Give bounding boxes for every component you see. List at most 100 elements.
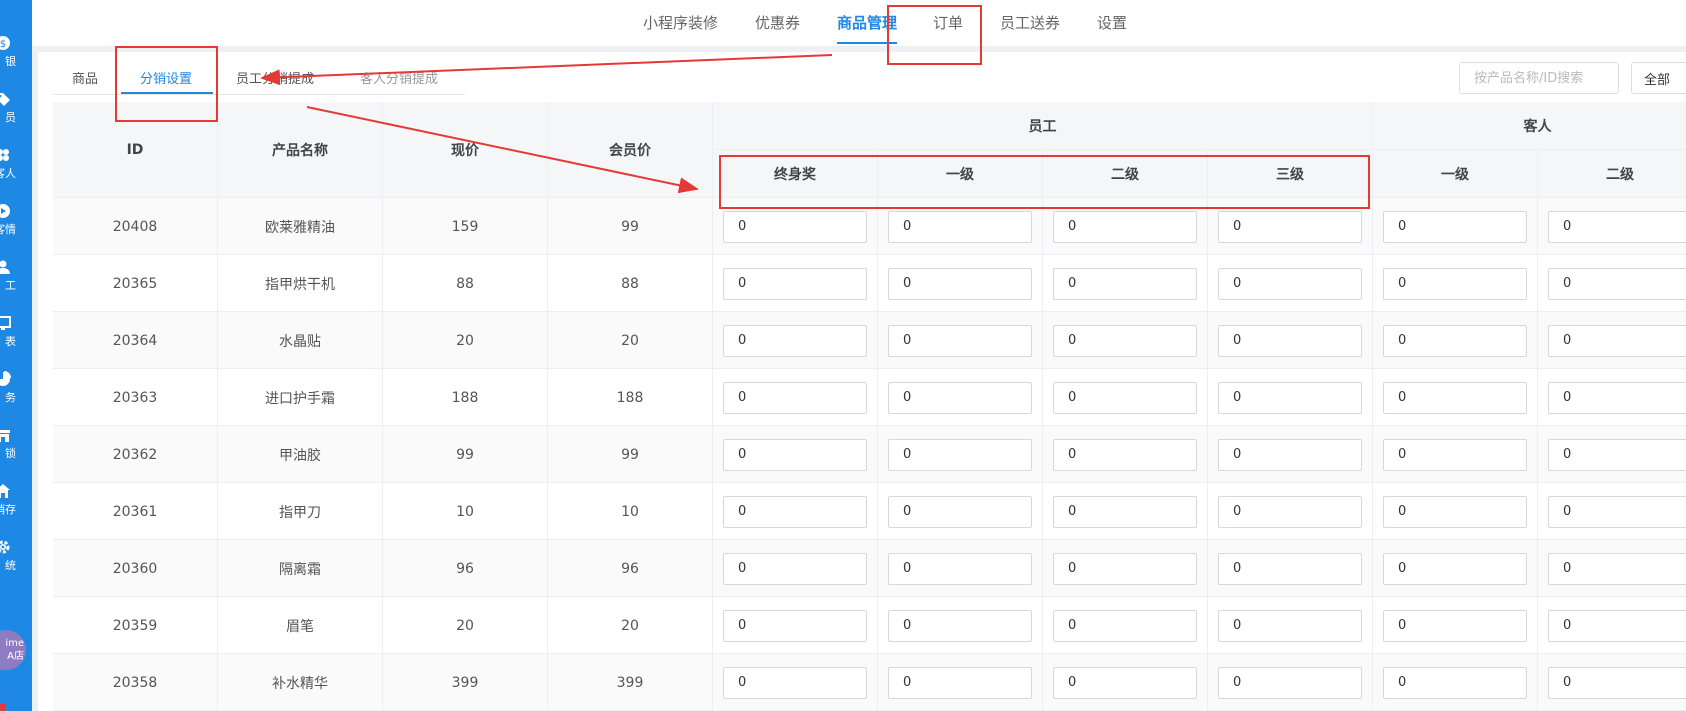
staff-level1-input[interactable] [888, 210, 1032, 243]
col-header-name: 产品名称 [218, 102, 383, 198]
annotation-box-product-management [887, 5, 982, 65]
staff-level3-input[interactable] [1218, 438, 1362, 471]
staff-lifetime-input[interactable] [723, 324, 867, 357]
staff-lifetime-input[interactable] [723, 438, 867, 471]
sidebar-item-member[interactable]: 员 [0, 86, 32, 136]
subtab-guest-commission[interactable]: 客人分销提成 [360, 68, 438, 87]
sidebar-item-finance[interactable]: 务 [0, 366, 32, 416]
staff-level2-input[interactable] [1053, 609, 1197, 642]
cell-product-name: 进口护手霜 [218, 369, 383, 426]
staff-level1-input[interactable] [888, 552, 1032, 585]
cell-price: 399 [383, 654, 548, 711]
guest-level2-input[interactable] [1548, 438, 1686, 471]
staff-level1-input[interactable] [888, 666, 1032, 699]
guest-level2-input[interactable] [1548, 552, 1686, 585]
cell-member-price: 99 [548, 426, 713, 483]
sidebar-item-label: 客人 [0, 167, 16, 180]
guest-level1-input[interactable] [1383, 324, 1527, 357]
guest-level2-input[interactable] [1548, 609, 1686, 642]
guest-level2-input[interactable] [1548, 495, 1686, 528]
guest-level1-input[interactable] [1383, 381, 1527, 414]
sidebar-item-cashier[interactable]: $ 银 [0, 30, 32, 80]
staff-level2-input[interactable] [1053, 666, 1197, 699]
sidebar-item-store[interactable]: 锁 [0, 422, 32, 472]
cell-staff-lifetime [713, 312, 878, 369]
cell-id: 20359 [53, 597, 218, 654]
sidebar-item-inventory[interactable]: 销存 [0, 478, 32, 528]
staff-lifetime-input[interactable] [723, 609, 867, 642]
staff-level3-input[interactable] [1218, 210, 1362, 243]
staff-level3-input[interactable] [1218, 381, 1362, 414]
guest-level1-input[interactable] [1383, 666, 1527, 699]
guest-level1-input[interactable] [1383, 609, 1527, 642]
guest-level2-input[interactable] [1548, 666, 1686, 699]
annotation-box-staff-levels [719, 155, 1370, 209]
filter-all-button[interactable]: 全部 [1631, 62, 1686, 94]
tab-staff-coupons[interactable]: 员工送券 [1000, 12, 1060, 33]
staff-level3-input[interactable] [1218, 552, 1362, 585]
cell-staff-level3 [1208, 540, 1373, 597]
staff-level2-input[interactable] [1053, 267, 1197, 300]
cell-price: 10 [383, 483, 548, 540]
staff-level1-input[interactable] [888, 609, 1032, 642]
sidebar-item-system[interactable]: 统 [0, 534, 32, 584]
staff-level2-input[interactable] [1053, 324, 1197, 357]
guest-level2-input[interactable] [1548, 210, 1686, 243]
staff-level3-input[interactable] [1218, 495, 1362, 528]
staff-level1-input[interactable] [888, 438, 1032, 471]
tab-coupons[interactable]: 优惠券 [755, 12, 800, 33]
sidebar-item-label: 工 [5, 279, 16, 292]
staff-lifetime-input[interactable] [723, 381, 867, 414]
cell-id: 20408 [53, 198, 218, 255]
sidebar-item-reports[interactable]: 表 [0, 310, 32, 360]
sidebar-item-customers[interactable]: 客人 [0, 142, 32, 192]
cell-guest-level2 [1538, 540, 1686, 597]
guest-level1-input[interactable] [1383, 495, 1527, 528]
avatar-line-1: ime [5, 638, 24, 649]
user-icon [0, 258, 12, 276]
cell-staff-level1 [878, 540, 1043, 597]
staff-lifetime-input[interactable] [723, 666, 867, 699]
cell-guest-level2 [1538, 426, 1686, 483]
cell-guest-level2 [1538, 255, 1686, 312]
guest-level2-input[interactable] [1548, 381, 1686, 414]
guest-level2-input[interactable] [1548, 324, 1686, 357]
col-group-staff: 员工 [713, 102, 1373, 150]
staff-level1-input[interactable] [888, 267, 1032, 300]
staff-level2-input[interactable] [1053, 552, 1197, 585]
cell-member-price: 99 [548, 198, 713, 255]
staff-level1-input[interactable] [888, 324, 1032, 357]
guest-level1-input[interactable] [1383, 552, 1527, 585]
sidebar-item-label: 客情 [0, 223, 16, 236]
guest-level1-input[interactable] [1383, 210, 1527, 243]
staff-level3-input[interactable] [1218, 609, 1362, 642]
tab-miniprogram-decoration[interactable]: 小程序装修 [643, 12, 718, 33]
subtab-staff-commission[interactable]: 员工分销提成 [236, 68, 314, 87]
guest-level1-input[interactable] [1383, 438, 1527, 471]
search-input[interactable] [1459, 62, 1619, 94]
staff-level1-input[interactable] [888, 495, 1032, 528]
staff-level2-input[interactable] [1053, 381, 1197, 414]
staff-lifetime-input[interactable] [723, 267, 867, 300]
tab-settings[interactable]: 设置 [1097, 12, 1127, 33]
table-row: 20362 甲油胶 99 99 [53, 426, 1686, 483]
staff-level2-input[interactable] [1053, 438, 1197, 471]
staff-level1-input[interactable] [888, 381, 1032, 414]
sidebar-item-label: 锁 [5, 447, 16, 460]
subtab-products[interactable]: 商品 [72, 68, 98, 87]
staff-level2-input[interactable] [1053, 210, 1197, 243]
staff-lifetime-input[interactable] [723, 552, 867, 585]
staff-lifetime-input[interactable] [723, 495, 867, 528]
cell-price: 188 [383, 369, 548, 426]
sidebar-item-relationship[interactable]: 客情 [0, 198, 32, 248]
cell-staff-level1 [878, 654, 1043, 711]
guest-level2-input[interactable] [1548, 267, 1686, 300]
staff-level3-input[interactable] [1218, 666, 1362, 699]
guest-level1-input[interactable] [1383, 267, 1527, 300]
staff-level3-input[interactable] [1218, 324, 1362, 357]
staff-lifetime-input[interactable] [723, 210, 867, 243]
sidebar-item-staff[interactable]: 工 [0, 254, 32, 304]
staff-level2-input[interactable] [1053, 495, 1197, 528]
staff-level3-input[interactable] [1218, 267, 1362, 300]
avatar[interactable]: ime A店 [0, 630, 26, 670]
